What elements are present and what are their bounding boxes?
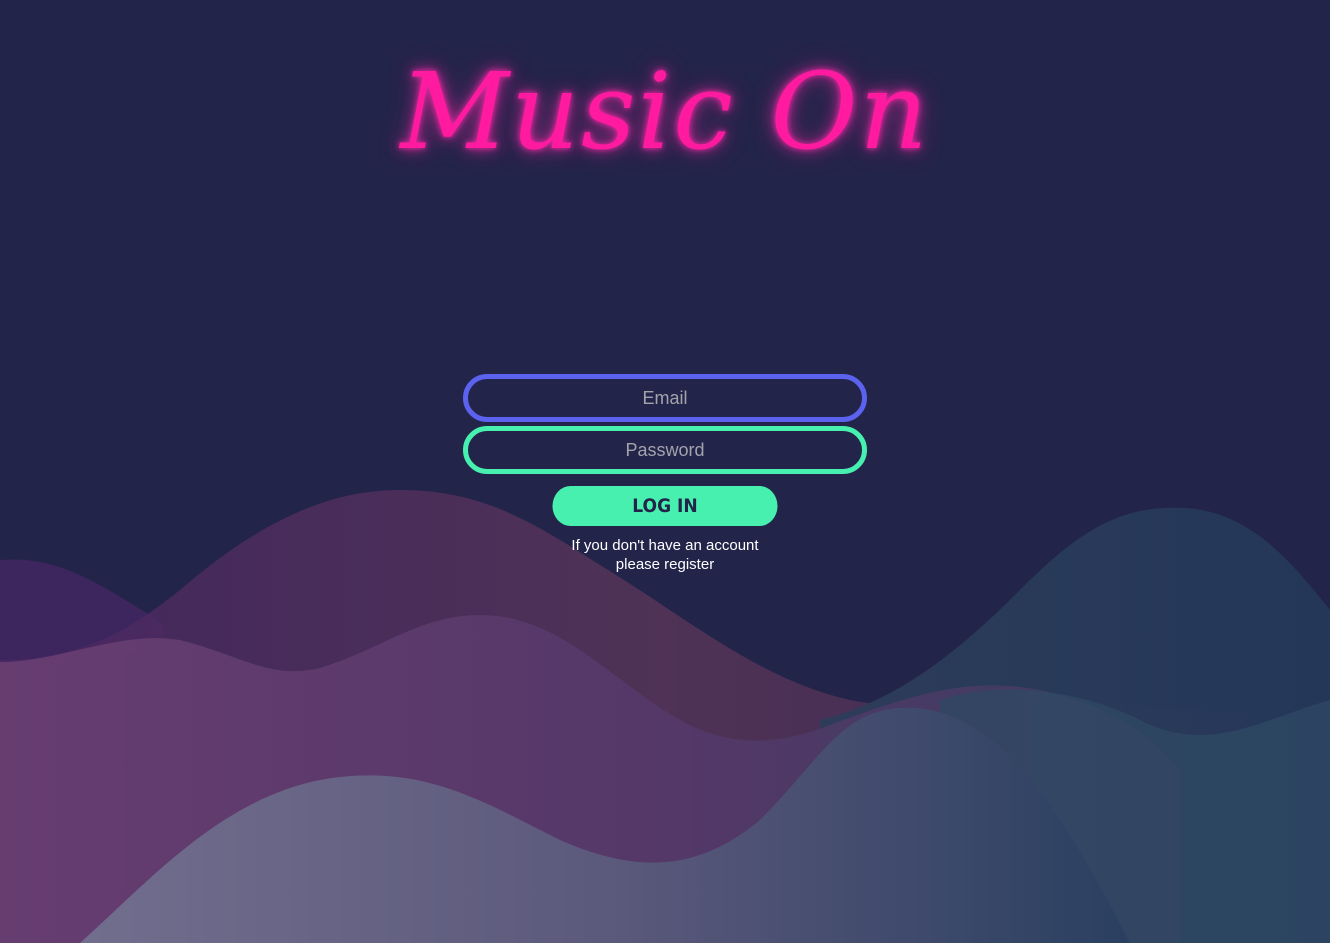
password-input[interactable] xyxy=(463,426,867,474)
login-button[interactable]: LOG IN xyxy=(552,486,778,526)
register-prompt-text: If you don't have an account xyxy=(571,537,759,554)
email-input[interactable] xyxy=(463,374,867,422)
app-logo: Music On xyxy=(400,50,930,173)
register-prompt: If you don't have an account please regi… xyxy=(571,536,758,574)
login-form: LOG IN If you don't have an account plea… xyxy=(0,374,1330,574)
register-link[interactable]: please register xyxy=(571,555,758,574)
